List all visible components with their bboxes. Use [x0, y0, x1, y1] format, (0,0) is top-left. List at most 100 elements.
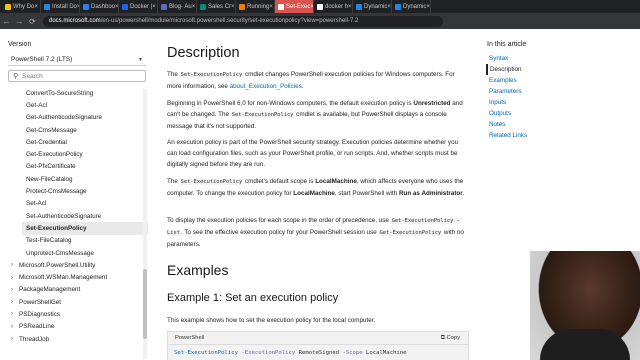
text: cmdlet's default scope is — [243, 178, 316, 185]
tab-favicon-icon — [5, 3, 11, 10]
bold-text: Unrestricted — [413, 100, 451, 107]
sidebar-scrollbar[interactable] — [143, 89, 147, 359]
in-this-article-link[interactable]: Syntax — [487, 53, 567, 64]
search-placeholder: Search — [22, 72, 43, 80]
chevron-right-icon[interactable]: › — [11, 275, 19, 281]
code-language: PowerShell — [175, 335, 205, 341]
bold-text: LocalMachine — [293, 190, 335, 197]
toc-list: ConvertTo-SecureString Get-Acl Get-Authent… — [8, 87, 148, 360]
toc-item-label: Set-AuthenticodeSignature — [26, 212, 102, 220]
in-this-article-link[interactable]: Related Links — [487, 130, 567, 141]
toc-item-label: PackageManagement — [19, 286, 81, 294]
chevron-right-icon[interactable]: › — [11, 287, 19, 293]
browser-tab[interactable]: Blog- Au × — [158, 0, 197, 13]
examples-heading: Examples — [167, 262, 229, 278]
chevron-right-icon[interactable]: › — [11, 299, 19, 305]
inline-code: Get-ExecutionPolicy — [378, 230, 443, 236]
paragraph-example-1: This example shows how to set the execut… — [167, 317, 376, 324]
chevron-right-icon[interactable]: › — [11, 336, 19, 342]
page-heading: Description — [167, 45, 240, 61]
text: . To see the effective execution policy … — [180, 229, 379, 236]
browser-tab[interactable]: Dynamic × — [392, 0, 431, 13]
about-execution-policies-link[interactable]: about_Execution_Policies — [230, 83, 302, 90]
chevron-right-icon[interactable]: › — [11, 324, 19, 330]
paragraph-non-windows: Beginning in PowerShell 6.0 for non-Wind… — [167, 98, 467, 132]
browser-tab[interactable]: Install Do× — [41, 0, 80, 13]
version-selected: PowerShell 7.2 (LTS) — [11, 56, 73, 63]
toc-item[interactable]: ConvertTo-SecureString — [8, 87, 148, 99]
code-param: -ExecutionPolicy — [241, 350, 296, 356]
toc-item-label: PowerShellGet — [19, 298, 61, 306]
chevron-right-icon[interactable]: › — [11, 311, 19, 317]
toc-item[interactable]: Set-ExecutionPolicy — [22, 222, 148, 235]
tab-close-icon[interactable]: × — [34, 4, 40, 10]
code-text: Set-ExecutionPolicy -ExecutionPolicy Rem… — [168, 345, 468, 360]
toc-item[interactable]: Unprotect-CmsMessage — [8, 247, 148, 259]
toc-item-label: Get-AuthenticodeSignature — [26, 114, 102, 122]
browser-tab[interactable]: Docker | × — [119, 0, 158, 13]
browser-tab[interactable]: Sales Cr × — [197, 0, 236, 13]
code-cmdlet: Set-ExecutionPolicy — [174, 350, 238, 356]
paragraph-scope: The Set-ExecutionPolicy cmdlet's default… — [167, 176, 467, 199]
tab-label: Why Do — [13, 3, 35, 10]
toc-item[interactable]: Get-PfxCertificate — [8, 161, 148, 173]
text: The — [167, 178, 180, 185]
in-this-article-link[interactable]: Parameters — [487, 86, 567, 97]
filter-icon: ⚲ — [13, 73, 19, 80]
toc-item[interactable]: › ThreadJob — [8, 333, 148, 345]
toc-item[interactable]: › PowerShellGet — [8, 296, 148, 308]
version-select[interactable]: PowerShell 7.2 (LTS) ▾ — [8, 54, 146, 66]
tab-close-icon[interactable]: × — [426, 4, 430, 10]
browser-tab[interactable]: Dashboo × — [80, 0, 119, 13]
sidebar-scrollbar-thumb[interactable] — [143, 269, 147, 339]
toc-item[interactable]: › PSReadLine — [8, 321, 148, 333]
tab-close-icon[interactable]: × — [152, 4, 157, 10]
toc-item[interactable]: Test-FileCatalog — [8, 235, 148, 247]
browser-tab[interactable]: docker h × — [314, 0, 353, 13]
toc-item-label: Get-CmsMessage — [26, 126, 77, 134]
toc-item-label: Set-ExecutionPolicy — [26, 224, 87, 232]
paragraph-security: An execution policy is part of the Power… — [167, 139, 459, 168]
filter-search-input[interactable]: ⚲ Search — [8, 70, 146, 82]
in-this-article-link[interactable]: Outputs — [487, 108, 567, 119]
forward-icon[interactable]: → — [13, 17, 26, 26]
reload-icon[interactable]: ⟳ — [26, 17, 39, 26]
browser-tab[interactable]: Set-Exec × — [275, 0, 314, 13]
tab-favicon-icon — [317, 3, 323, 10]
address-bar[interactable]: docs.microsoft.com/en-us/powershell/modu… — [43, 15, 443, 27]
tab-favicon-icon — [200, 3, 206, 10]
in-this-article-list: Syntax Description Examples Parameters Input… — [486, 53, 567, 141]
browser-tab[interactable]: Running × — [236, 0, 275, 13]
code-block: PowerShell ⧉ Copy Set-ExecutionPolicy -E… — [167, 331, 469, 360]
in-this-article-link[interactable]: Examples — [487, 75, 567, 86]
browser-tab[interactable]: Why Do × — [2, 0, 41, 13]
in-this-article-link[interactable]: Description — [486, 64, 567, 75]
copy-button[interactable]: ⧉ Copy — [441, 335, 460, 342]
in-this-article-link[interactable]: Notes — [487, 119, 567, 130]
toc-item-label: ThreadJob — [19, 335, 50, 343]
toc-item[interactable]: Get-Acl — [8, 99, 148, 111]
toc-item[interactable]: Get-ExecutionPolicy — [8, 148, 148, 160]
toc-item-label: New-FileCatalog — [26, 175, 73, 183]
toc-item[interactable]: Set-Acl — [8, 198, 148, 210]
in-this-article-link[interactable]: Inputs — [487, 97, 567, 108]
toc-item[interactable]: New-FileCatalog — [8, 173, 148, 185]
toc-item[interactable]: Protect-CmsMessage — [8, 185, 148, 197]
chevron-right-icon[interactable]: › — [11, 262, 19, 268]
toc-item[interactable]: › Microsoft.WSMan.Management — [8, 271, 148, 283]
text: . — [301, 83, 304, 90]
back-icon[interactable]: ← — [0, 17, 13, 26]
sidebar: Version PowerShell 7.2 (LTS) ▾ ⚲ Search … — [0, 29, 148, 360]
toc-item[interactable]: Get-AuthenticodeSignature — [8, 112, 148, 124]
in-this-article-title: In this article — [487, 41, 527, 48]
toc-item[interactable]: › PackageManagement — [8, 284, 148, 296]
tab-favicon-icon — [83, 3, 89, 10]
browser-tab[interactable]: Dynamic × — [353, 0, 392, 13]
toc-item[interactable]: › Microsoft.PowerShell.Utility — [8, 259, 148, 271]
toc-item[interactable]: Get-CmsMessage — [8, 124, 148, 136]
toc-item[interactable]: Get-Credential — [8, 136, 148, 148]
toc-item[interactable]: Set-AuthenticodeSignature — [8, 210, 148, 222]
toc-item[interactable]: › PSDiagnostics — [8, 308, 148, 320]
tab-label: Docker | — [130, 3, 153, 10]
toc-item-label: Get-ExecutionPolicy — [26, 151, 83, 159]
